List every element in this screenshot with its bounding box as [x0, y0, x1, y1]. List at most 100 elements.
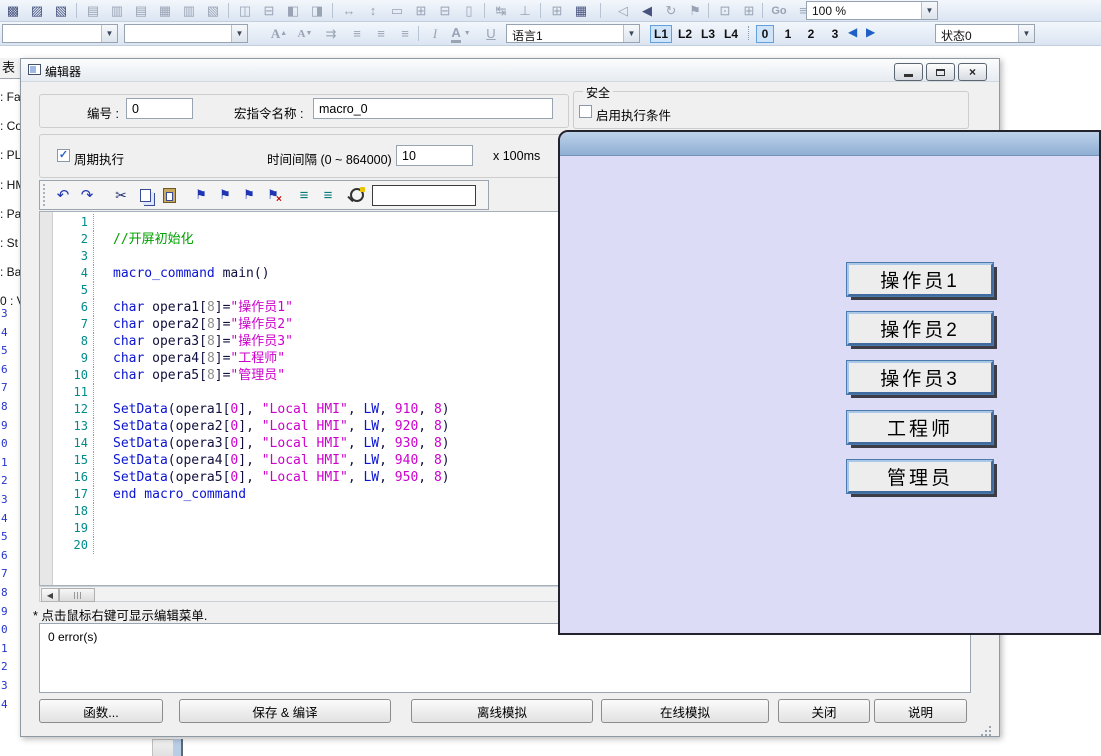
layer-order-icon[interactable]: ▧: [50, 1, 72, 20]
nudge-left-icon[interactable]: ◧: [282, 1, 304, 20]
tree-number-fragment[interactable]: 3: [1, 493, 8, 506]
align-middle-icon[interactable]: ▦: [154, 1, 176, 20]
scroll-left-icon[interactable]: ◀: [41, 588, 59, 602]
background-scrollbar-fragment[interactable]: [152, 739, 175, 756]
previous-state-icon[interactable]: ◀: [848, 25, 857, 39]
tree-item-fragment[interactable]: : Pa: [0, 207, 21, 221]
align-right-icon[interactable]: ▧: [202, 1, 224, 20]
same-width-icon[interactable]: ↔: [338, 1, 360, 20]
engineer-button[interactable]: 工程师: [847, 411, 993, 444]
resize-icon[interactable]: ▯: [458, 1, 480, 20]
next-state-icon[interactable]: ▶: [866, 25, 875, 39]
operator3-button[interactable]: 操作员3: [847, 361, 993, 394]
minimize-button[interactable]: [894, 63, 923, 81]
tree-number-fragment[interactable]: 7: [1, 381, 8, 394]
indent-icon[interactable]: ≡: [293, 185, 315, 205]
add-bookmark-icon[interactable]: ⚑: [190, 185, 212, 205]
tree-item-fragment[interactable]: : Fa: [0, 90, 21, 104]
functions-button[interactable]: 函数...: [39, 699, 163, 723]
tree-item-fragment[interactable]: : Ba: [0, 265, 21, 279]
align-text-center-icon[interactable]: ≡: [370, 24, 392, 43]
background-scrollbar-fragment[interactable]: [173, 739, 183, 756]
save-compile-button[interactable]: 保存 & 编译: [179, 699, 391, 723]
cut-icon[interactable]: ✂: [110, 185, 132, 205]
operator2-button[interactable]: 操作员2: [847, 312, 993, 345]
state-2-button[interactable]: 2: [802, 25, 820, 43]
offline-simulation-button[interactable]: 离线模拟: [411, 699, 593, 723]
tree-number-fragment[interactable]: 2: [1, 474, 8, 487]
help-button[interactable]: 说明: [874, 699, 967, 723]
pin-icon[interactable]: ⚑: [684, 1, 706, 20]
paste-icon[interactable]: [158, 185, 180, 205]
find-input[interactable]: [372, 185, 476, 206]
close-button[interactable]: ×: [958, 63, 987, 81]
tree-tab[interactable]: 表: [0, 58, 21, 79]
go-to-icon[interactable]: Go: [768, 1, 790, 20]
same-height-icon[interactable]: ↕: [362, 1, 384, 20]
font-combobox[interactable]: ▼: [2, 24, 118, 43]
language-l4-button[interactable]: L4: [720, 25, 742, 43]
interval-input[interactable]: [396, 145, 473, 166]
fit-height-icon[interactable]: ⊥: [514, 1, 536, 20]
tree-number-fragment[interactable]: 4: [1, 698, 8, 711]
add-object-icon[interactable]: ⊞: [546, 1, 568, 20]
tree-item-fragment[interactable]: : PL: [0, 148, 21, 162]
text-wrap-icon[interactable]: ⇉: [320, 24, 342, 43]
tree-number-fragment[interactable]: 9: [1, 419, 8, 432]
tree-number-fragment[interactable]: 7: [1, 567, 8, 580]
operator1-button[interactable]: 操作员1: [847, 263, 993, 296]
editor-title-bar[interactable]: 编辑器 ×: [21, 59, 999, 82]
tree-number-fragment[interactable]: 1: [1, 642, 8, 655]
tree-number-fragment[interactable]: 3: [1, 307, 8, 320]
align-bottom-icon[interactable]: ▥: [178, 1, 200, 20]
tree-number-fragment[interactable]: 2: [1, 660, 8, 673]
scrollbar-thumb[interactable]: [59, 588, 95, 602]
tree-item-fragment[interactable]: : St: [0, 236, 18, 250]
font-size-combobox[interactable]: ▼: [124, 24, 248, 43]
next-bookmark-icon[interactable]: ⚑: [214, 185, 236, 205]
language-l3-button[interactable]: L3: [697, 25, 719, 43]
select-object-icon[interactable]: ▦: [570, 1, 592, 20]
administrator-button[interactable]: 管理员: [847, 460, 993, 493]
align-left-icon[interactable]: ▤: [82, 1, 104, 20]
state-3-button[interactable]: 3: [826, 25, 844, 43]
previous-bookmark-icon[interactable]: ⚑: [238, 185, 260, 205]
same-size-icon[interactable]: ▭: [386, 1, 408, 20]
clear-bookmarks-icon[interactable]: ⚑: [262, 185, 284, 205]
chevron-down-icon[interactable]: ▼: [101, 25, 117, 42]
tree-number-fragment[interactable]: 9: [1, 605, 8, 618]
language-combobox[interactable]: 语言1 ▼: [506, 24, 640, 43]
find-icon[interactable]: [346, 185, 368, 205]
redo-icon[interactable]: ↷: [76, 185, 98, 205]
chevron-down-icon[interactable]: ▼: [623, 25, 639, 42]
group-icon[interactable]: ⊡: [714, 1, 736, 20]
state-0-button[interactable]: 0: [756, 25, 774, 43]
online-simulation-button[interactable]: 在线模拟: [601, 699, 769, 723]
underline-icon[interactable]: U: [480, 24, 502, 43]
rotate-icon[interactable]: ↻: [660, 1, 682, 20]
macro-name-input[interactable]: [313, 98, 553, 119]
chevron-down-icon[interactable]: ▼: [231, 25, 247, 42]
ungroup-icon[interactable]: ⊞: [738, 1, 760, 20]
space-horizontal-icon[interactable]: ⊞: [410, 1, 432, 20]
tree-number-fragment[interactable]: 0: [1, 437, 8, 450]
tree-number-fragment[interactable]: 0: [1, 623, 8, 636]
tree-number-fragment[interactable]: 5: [1, 530, 8, 543]
align-text-right-icon[interactable]: ≡: [394, 24, 416, 43]
send-to-back-icon[interactable]: ▨: [26, 1, 48, 20]
language-l2-button[interactable]: L2: [674, 25, 696, 43]
flip-horizontal-icon[interactable]: ◁: [612, 1, 634, 20]
tree-number-fragment[interactable]: 8: [1, 400, 8, 413]
copy-icon[interactable]: [134, 185, 156, 205]
periodic-checkbox[interactable]: ✓: [57, 149, 70, 162]
outdent-icon[interactable]: ≡: [317, 185, 339, 205]
tree-number-fragment[interactable]: 6: [1, 363, 8, 376]
chevron-down-icon[interactable]: ▼: [921, 2, 937, 19]
enable-condition-checkbox[interactable]: [579, 105, 592, 118]
hmi-title-bar[interactable]: [560, 132, 1099, 156]
zoom-combobox[interactable]: 100 % ▼: [806, 1, 938, 20]
undo-icon[interactable]: ↶: [52, 185, 74, 205]
state-1-button[interactable]: 1: [779, 25, 797, 43]
chevron-down-icon[interactable]: ▼: [1018, 25, 1034, 42]
tree-number-fragment[interactable]: 4: [1, 512, 8, 525]
